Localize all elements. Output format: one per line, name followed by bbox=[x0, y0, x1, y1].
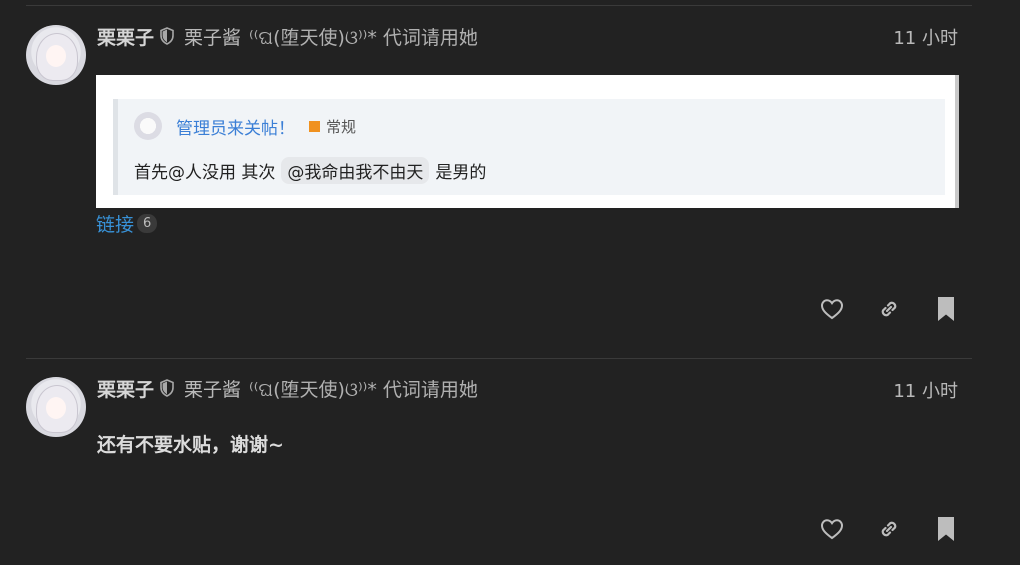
full-name[interactable]: 栗子酱 bbox=[184, 23, 241, 50]
bookmark-button[interactable] bbox=[931, 296, 961, 326]
shield-icon bbox=[158, 27, 176, 45]
user-title: ⁽⁽ଘ(堕天使)ଓ⁾⁾* 代词请用她 bbox=[249, 378, 478, 401]
links-count: 6 bbox=[137, 214, 158, 233]
full-name[interactable]: 栗子酱 bbox=[184, 375, 241, 402]
post-time[interactable]: 11 小时 bbox=[893, 377, 958, 403]
link-icon bbox=[877, 297, 901, 325]
bookmark-icon bbox=[936, 516, 956, 546]
post-header: 栗栗子 栗子酱 ⁽⁽ଘ(堕天使)ଓ⁾⁾* 代词请用她 bbox=[97, 23, 478, 50]
heart-icon bbox=[820, 518, 844, 544]
user-avatar[interactable] bbox=[26, 25, 86, 85]
bookmark-icon bbox=[936, 296, 956, 326]
heart-icon bbox=[820, 298, 844, 324]
bookmark-button[interactable] bbox=[931, 516, 961, 546]
post-divider bbox=[26, 358, 972, 359]
user-title: ⁽⁽ଘ(堕天使)ଓ⁾⁾* 代词请用她 bbox=[249, 26, 478, 49]
top-divider bbox=[26, 5, 972, 6]
shield-icon bbox=[158, 379, 176, 397]
copy-link-button[interactable] bbox=[874, 516, 904, 546]
quoted-topic-link[interactable]: 管理员来关帖！ bbox=[176, 114, 295, 139]
category-badge-icon bbox=[309, 120, 320, 132]
like-button[interactable] bbox=[817, 516, 847, 546]
quote-onebox: 管理员来关帖！ 常规 首先@人没用 其次 @我命由我不由天 是男的 bbox=[96, 75, 959, 208]
quote-block: 管理员来关帖！ 常规 首先@人没用 其次 @我命由我不由天 是男的 bbox=[113, 99, 945, 195]
quote-text: 首先@人没用 其次 @我命由我不由天 是男的 bbox=[134, 157, 486, 184]
links-summary[interactable]: 链接 6 bbox=[96, 210, 158, 237]
post-actions bbox=[817, 296, 961, 326]
like-button[interactable] bbox=[817, 296, 847, 326]
quote-header: 管理员来关帖！ 常规 bbox=[134, 112, 356, 140]
post-body-text: 还有不要水贴，谢谢~ bbox=[97, 434, 284, 456]
post-header: 栗栗子 栗子酱 ⁽⁽ଘ(堕天使)ଓ⁾⁾* 代词请用她 bbox=[97, 375, 478, 402]
user-avatar[interactable] bbox=[26, 377, 86, 437]
user-mention[interactable]: @我命由我不由天 bbox=[281, 157, 430, 184]
links-label[interactable]: 链接 bbox=[96, 210, 134, 237]
quote-avatar bbox=[134, 112, 162, 140]
quote-text-before: 首先@人没用 其次 bbox=[134, 163, 276, 183]
copy-link-button[interactable] bbox=[874, 296, 904, 326]
username[interactable]: 栗栗子 bbox=[97, 375, 154, 402]
quote-text-after: 是男的 bbox=[435, 163, 487, 183]
username[interactable]: 栗栗子 bbox=[97, 23, 154, 50]
link-icon bbox=[877, 517, 901, 545]
post-actions bbox=[817, 516, 961, 546]
category-name[interactable]: 常规 bbox=[326, 116, 356, 137]
post-time[interactable]: 11 小时 bbox=[893, 24, 958, 50]
